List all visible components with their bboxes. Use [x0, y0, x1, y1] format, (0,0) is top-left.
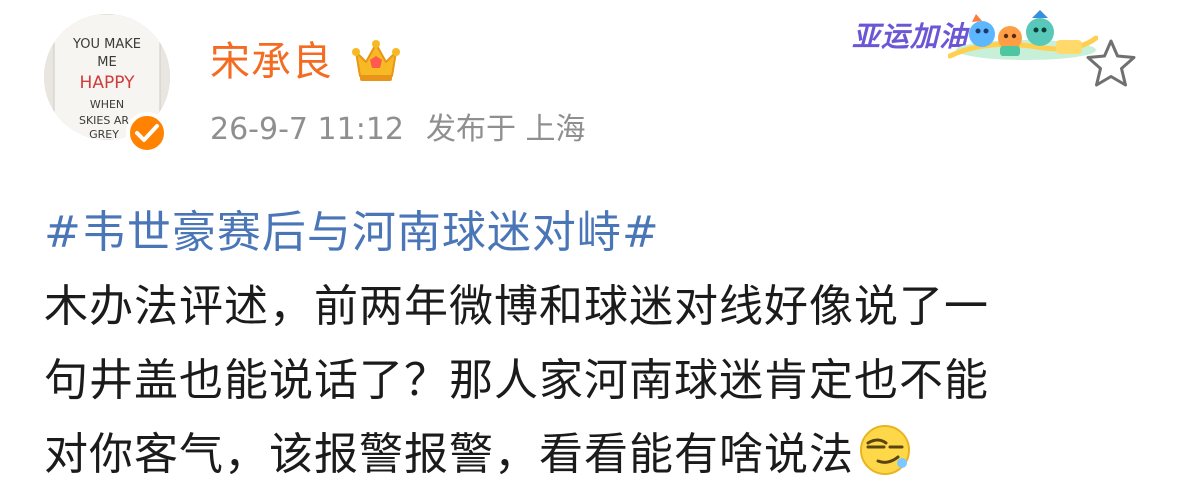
- username[interactable]: 宋承良: [210, 34, 333, 90]
- post-text-line-3-wrap: 对你客气，该报警报警，看看能有啥说法: [44, 418, 1164, 492]
- avatar-line-2: ME: [97, 55, 116, 70]
- asian-games-badge[interactable]: 亚运加油: [848, 8, 1098, 66]
- post-location: 发布于 上海: [426, 112, 586, 147]
- avatar-line-5: SKIES AR: [79, 114, 129, 127]
- avatar-line-3: HAPPY: [80, 73, 136, 93]
- post-meta: 26-9-7 11:12 发布于 上海: [210, 108, 586, 152]
- post-timestamp: 26-9-7 11:12: [210, 112, 404, 147]
- verified-check-icon: [126, 112, 168, 154]
- hashtag-link[interactable]: #韦世豪赛后与河南球迷对峙#: [44, 196, 1164, 270]
- star-icon: [1086, 39, 1136, 87]
- post-content: #韦世豪赛后与河南球迷对峙# 木办法评述，前两年微博和球迷对线好像说了一 句井盖…: [44, 196, 1164, 492]
- avatar-line-4: WHEN: [90, 98, 124, 111]
- post-text-line-1: 木办法评述，前两年微博和球迷对线好像说了一: [44, 281, 989, 332]
- avatar-line-6: GREY: [89, 128, 119, 140]
- post-text-line-2: 句井盖也能说话了？那人家河南球迷肯定也不能: [44, 355, 989, 406]
- crown-icon: [350, 38, 402, 84]
- asian-games-mascot-icon: [948, 10, 1098, 60]
- smirk-emoji-icon: [858, 423, 912, 477]
- post-text-line-3: 对你客气，该报警报警，看看能有啥说法: [44, 429, 854, 480]
- avatar-line-1: YOU MAKE: [72, 37, 141, 52]
- favorite-button[interactable]: [1082, 36, 1140, 92]
